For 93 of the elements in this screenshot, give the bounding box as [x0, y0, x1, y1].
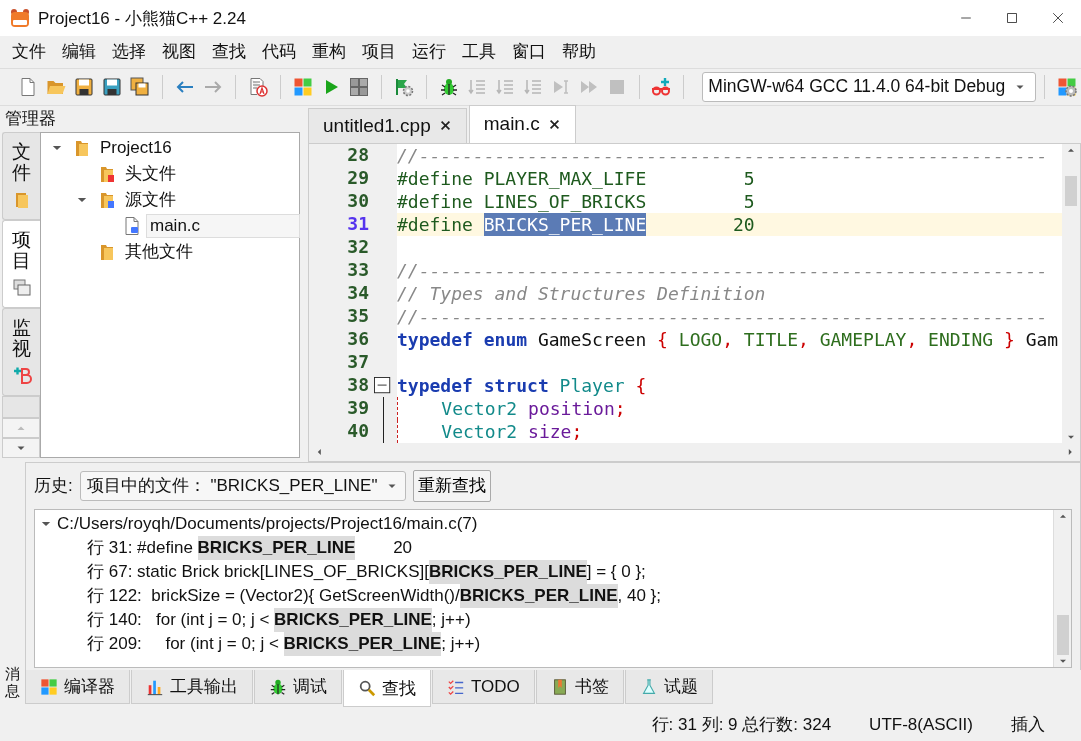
line-number: 37: [346, 350, 369, 374]
menu-item[interactable]: 窗口: [504, 37, 554, 67]
status-text: 行: 31 列: 9 总行数: 324: [651, 714, 832, 737]
tiles-icon: [40, 677, 58, 696]
panel-tab[interactable]: 试题: [624, 670, 713, 705]
code-line: //----------------------------------------------------------: [397, 258, 1049, 282]
history-label: 历史:: [34, 475, 73, 498]
code-line: typedef struct Player {: [397, 373, 648, 397]
scroll-thumb[interactable]: [1056, 615, 1069, 656]
tiles-icon[interactable]: [292, 76, 313, 97]
messages-label[interactable]: 消息: [5, 666, 20, 700]
close-icon[interactable]: [438, 119, 452, 133]
plus-b-icon: [11, 365, 32, 386]
file-icon[interactable]: [18, 76, 38, 97]
tree-item[interactable]: 头文件: [122, 161, 179, 187]
scroll-thumb[interactable]: [1065, 175, 1077, 206]
result-match[interactable]: 行 31: #define BRICKS_PER_LINE 20: [35, 535, 1053, 560]
tiles-icon[interactable]: [348, 76, 369, 97]
result-match[interactable]: 行 122: brickSize = (Vector2){ GetScreenWidth()/BRICKS_PER_LINE, 40 };: [35, 583, 1053, 608]
scroll-down-button[interactable]: [2, 437, 40, 458]
document-icon[interactable]: [247, 76, 268, 97]
maximize-icon[interactable]: [1004, 10, 1020, 26]
fold-minus-icon[interactable]: [374, 376, 392, 395]
line-number: 30: [346, 189, 369, 213]
bug-icon[interactable]: [438, 76, 459, 97]
search-icon: [358, 679, 376, 698]
compiler-dropdown[interactable]: MinGW-w64 GCC 11.4.0 64-bit Debug: [702, 71, 1037, 102]
result-match[interactable]: 行 67: static Brick brick[LINES_OF_BRICKS][BRICKS_PER_LINE] = { 0 };: [35, 559, 1053, 584]
result-match[interactable]: 行 140: for (int j = 0; j < BRICKS_PER_LINE; j++): [35, 607, 1053, 632]
file-tab[interactable]: untitled1.cpp: [308, 107, 467, 143]
app-logo-icon: [10, 8, 30, 28]
menu-item[interactable]: 重构: [304, 37, 354, 67]
history-dropdown[interactable]: 项目中的文件： "BRICKS_PER_LINE": [79, 470, 406, 501]
side-tab[interactable]: 项目: [2, 219, 40, 308]
tree-item[interactable]: 源文件: [122, 187, 179, 213]
menu-item[interactable]: 工具: [454, 37, 504, 67]
menu-item[interactable]: 视图: [154, 37, 204, 67]
code-line: //----------------------------------------------------------: [397, 143, 1049, 167]
line-number: 33: [346, 258, 369, 282]
line-number: 31: [346, 212, 369, 236]
vertical-scrollbar[interactable]: [1053, 509, 1071, 668]
line-number: 34: [346, 281, 369, 305]
line-number: 28: [346, 143, 369, 167]
line-number: 38: [346, 373, 369, 397]
bug-icon: [269, 677, 287, 696]
menu-item[interactable]: 选择: [104, 37, 154, 67]
menu-item[interactable]: 代码: [254, 37, 304, 67]
line-number: 32: [346, 235, 369, 259]
tree-item[interactable]: 其他文件: [122, 239, 196, 265]
panel-tab[interactable]: 编译器: [25, 670, 130, 705]
vertical-scrollbar[interactable]: [1062, 143, 1080, 443]
research-button[interactable]: 重新查找: [412, 469, 491, 502]
menu-item[interactable]: 查找: [204, 37, 254, 67]
menu-item[interactable]: 帮助: [554, 37, 604, 67]
flag-gear-icon[interactable]: [393, 76, 414, 97]
side-tab[interactable]: 监视: [2, 307, 40, 396]
line-number: 39: [346, 396, 369, 420]
result-file[interactable]: C:/Users/royqh/Documents/projects/Project16/main.c(7): [57, 511, 478, 536]
code-line: // Types and Structures Definition: [397, 281, 767, 305]
window-title: Project16 - 小熊猫C++ 2.24: [38, 7, 247, 30]
menu-item[interactable]: 运行: [404, 37, 454, 67]
line-number: 29: [346, 166, 369, 190]
file-tab[interactable]: main.c: [468, 104, 576, 143]
tree-item[interactable]: main.c: [147, 214, 299, 237]
close-icon[interactable]: [1050, 10, 1066, 26]
status-text: UTF-8(ASCII): [869, 714, 973, 735]
horizontal-scrollbar[interactable]: [309, 442, 1080, 461]
code-line: typedef enum GameScreen { LOGO, TITLE, GAMEPLAY, ENDING } Gam: [397, 327, 1060, 351]
code-line: //----------------------------------------------------------: [397, 304, 1049, 328]
windows-icon: [11, 277, 32, 298]
side-tab[interactable]: 文件: [2, 131, 40, 220]
menu-item[interactable]: 文件: [4, 37, 54, 67]
code-line: #define PLAYER_MAX_LIFE 5: [397, 166, 756, 190]
floppy-disks-icon[interactable]: [130, 76, 150, 97]
status-text: 插入: [1011, 714, 1045, 737]
panel-tab[interactable]: 书签: [535, 670, 624, 705]
panel-tab[interactable]: TODO: [432, 670, 535, 705]
code-line: #define LINES_OF_BRICKS 5: [397, 189, 756, 213]
panel-title: 管理器: [4, 107, 57, 130]
glasses-icon[interactable]: [651, 76, 672, 97]
menu-item[interactable]: 编辑: [54, 37, 104, 67]
panel-tab[interactable]: 调试: [254, 670, 342, 705]
line-number: 36: [346, 327, 369, 351]
panel-tab[interactable]: 查找: [343, 670, 431, 708]
result-match[interactable]: 行 209: for (int j = 0; j < BRICKS_PER_LINE; j++): [35, 631, 1053, 656]
c-file-icon: [122, 215, 142, 236]
tree-item[interactable]: Project16: [97, 136, 175, 159]
menu-item[interactable]: 项目: [354, 37, 404, 67]
panel-tab[interactable]: 工具输出: [131, 670, 253, 705]
line-number: 35: [346, 304, 369, 328]
line-number: 40: [346, 419, 369, 443]
settings-icon[interactable]: [1057, 76, 1078, 97]
close-icon[interactable]: [547, 117, 561, 131]
